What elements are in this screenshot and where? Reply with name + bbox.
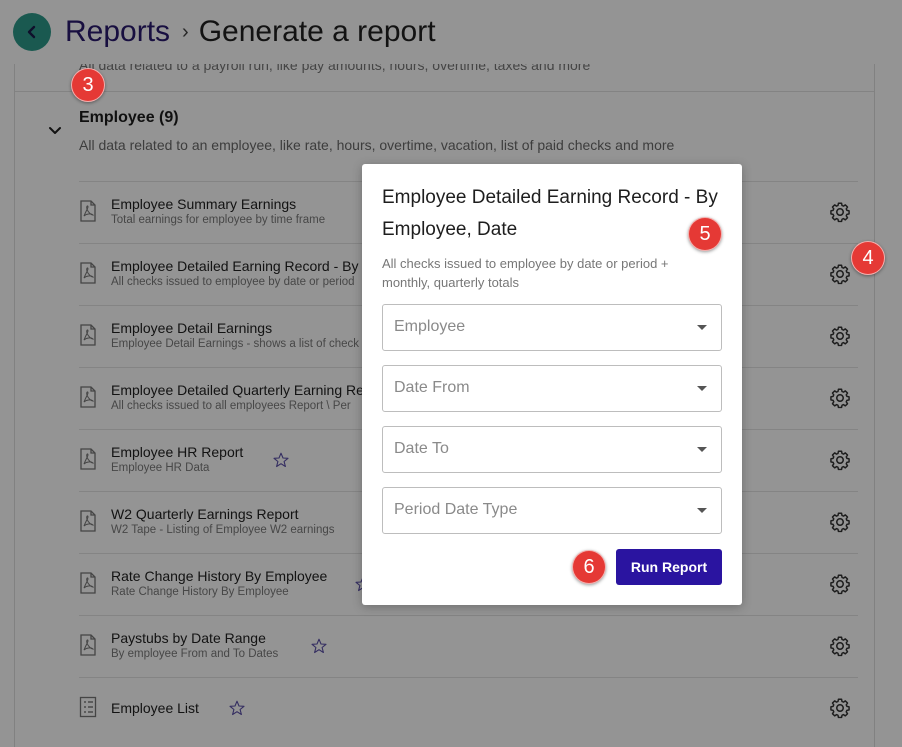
caret-down-icon xyxy=(697,508,707,513)
run-report-button[interactable]: Run Report xyxy=(616,549,722,585)
select-placeholder: Period Date Type xyxy=(394,501,518,518)
caret-down-icon xyxy=(697,325,707,330)
date-to-select[interactable]: Date To xyxy=(382,426,722,473)
period-date-type-select[interactable]: Period Date Type xyxy=(382,487,722,534)
dialog-title: Employee Detailed Earning Record - By Em… xyxy=(382,187,718,240)
report-dialog: Employee Detailed Earning Record - By Em… xyxy=(362,164,742,605)
select-placeholder: Date To xyxy=(394,440,449,457)
step-badge: 6 xyxy=(572,550,606,584)
select-placeholder: Date From xyxy=(394,379,470,396)
select-placeholder: Employee xyxy=(394,318,466,335)
caret-down-icon xyxy=(697,447,707,452)
step-badge: 3 xyxy=(71,68,105,102)
employee-select[interactable]: Employee xyxy=(382,304,722,351)
step-badge: 5 xyxy=(688,217,722,251)
caret-down-icon xyxy=(697,386,707,391)
date-from-select[interactable]: Date From xyxy=(382,365,722,412)
dialog-description: All checks issued to employee by date or… xyxy=(382,256,669,290)
step-badge: 4 xyxy=(851,241,885,275)
